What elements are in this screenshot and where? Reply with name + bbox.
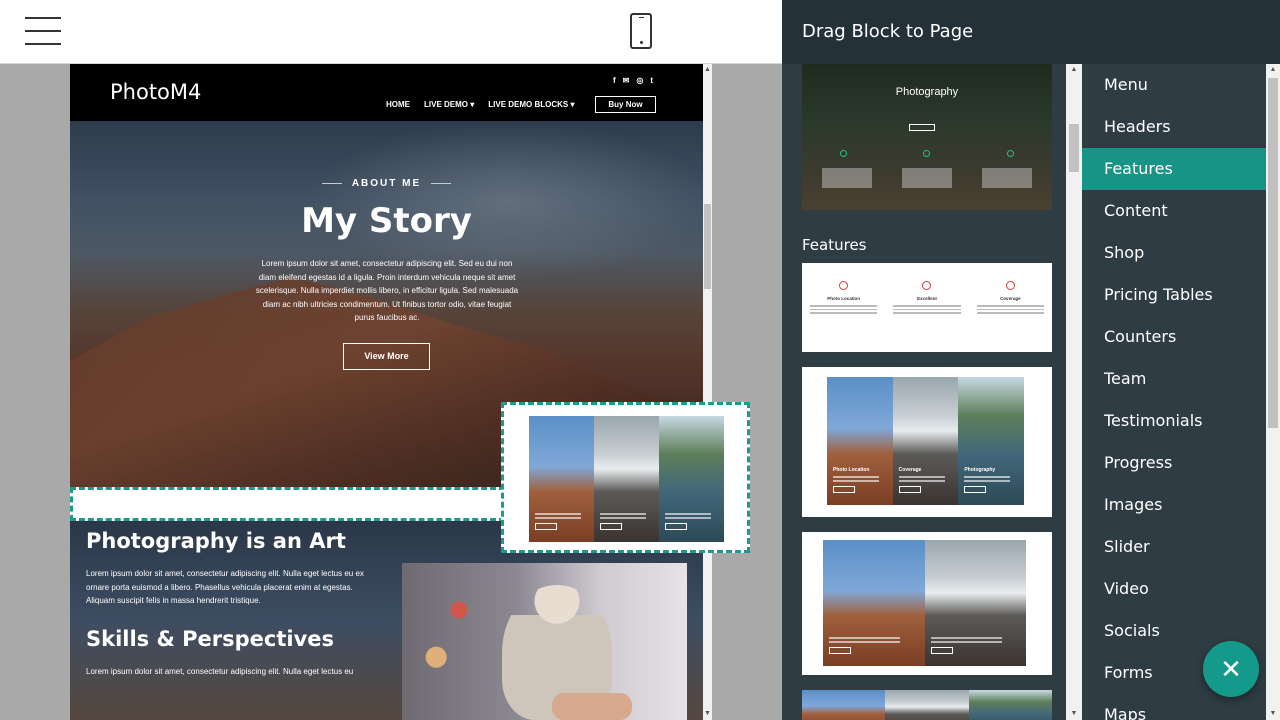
section-text-art: Lorem ipsum dolor sit amet, consectetur … — [86, 569, 364, 605]
category-label-features: Features — [802, 236, 867, 254]
block-list-scrollbar[interactable]: ▲ ▼ — [1066, 64, 1082, 720]
block-thumbnail-header-photography[interactable]: Photography — [802, 64, 1052, 210]
photographer-image — [402, 563, 687, 720]
category-nav: Menu Headers Features Content Shop Prici… — [1082, 64, 1266, 720]
category-testimonials[interactable]: Testimonials — [1082, 400, 1266, 442]
category-features[interactable]: Features — [1082, 148, 1266, 190]
dragged-block-preview[interactable] — [501, 402, 750, 553]
editor-topbar — [0, 0, 782, 64]
preview-scrollbar[interactable]: ▲ ▼ — [703, 64, 712, 720]
section-heading-art: Photography is an Art — [86, 529, 346, 553]
block-thumbnail-features-4[interactable] — [802, 690, 1052, 720]
mobile-view-icon[interactable] — [630, 13, 652, 49]
page-preview[interactable]: PhotoM4 f ✉ ◎ t HOME LIVE DEMO ▾ LIVE DE… — [70, 64, 703, 720]
nav-live-demo-blocks[interactable]: LIVE DEMO BLOCKS ▾ — [488, 100, 574, 109]
category-maps[interactable]: Maps — [1082, 694, 1266, 720]
panel-header: Drag Block to Page — [782, 0, 1280, 64]
block-thumb-title: Photography — [895, 86, 959, 98]
close-panel-button[interactable]: ✕ — [1203, 641, 1259, 697]
category-content[interactable]: Content — [1082, 190, 1266, 232]
site-nav-links: HOME LIVE DEMO ▾ LIVE DEMO BLOCKS ▾ — [386, 100, 575, 109]
block-thumbnail-features-3[interactable] — [802, 532, 1052, 675]
category-slider[interactable]: Slider — [1082, 526, 1266, 568]
buy-now-button[interactable]: Buy Now — [595, 96, 656, 113]
block-drop-zone[interactable] — [70, 487, 505, 521]
instagram-icon[interactable]: ◎ — [636, 76, 643, 85]
category-headers[interactable]: Headers — [1082, 106, 1266, 148]
hamburger-menu-icon[interactable] — [25, 17, 61, 45]
panel-title: Drag Block to Page — [802, 21, 974, 42]
category-progress[interactable]: Progress — [1082, 442, 1266, 484]
section-text-skills: Lorem ipsum dolor sit amet, consectetur … — [86, 667, 354, 676]
hero-eyebrow: ABOUT ME — [70, 178, 703, 189]
category-pricing-tables[interactable]: Pricing Tables — [1082, 274, 1266, 316]
category-video[interactable]: Video — [1082, 568, 1266, 610]
facebook-icon[interactable]: f — [613, 76, 616, 85]
close-icon: ✕ — [1220, 654, 1242, 684]
social-icons: f ✉ ◎ t — [613, 76, 653, 85]
category-images[interactable]: Images — [1082, 484, 1266, 526]
category-team[interactable]: Team — [1082, 358, 1266, 400]
category-shop[interactable]: Shop — [1082, 232, 1266, 274]
block-thumbnail-features-1[interactable]: Photo Location Excellent Coverage — [802, 263, 1052, 352]
block-thumbnail-list: Photography Features Photo Location Exce… — [782, 64, 1066, 720]
mail-icon[interactable]: ✉ — [623, 76, 630, 85]
section-heading-skills: Skills & Perspectives — [86, 627, 335, 651]
hero-text: Lorem ipsum dolor sit amet, consectetur … — [255, 259, 519, 322]
category-counters[interactable]: Counters — [1082, 316, 1266, 358]
twitter-icon[interactable]: t — [650, 76, 653, 85]
hero-title: My Story — [301, 201, 472, 241]
nav-home[interactable]: HOME — [386, 100, 410, 109]
site-brand[interactable]: PhotoM4 — [110, 80, 201, 104]
block-thumbnail-features-2[interactable]: Photo Location Coverage Photography — [802, 367, 1052, 517]
category-scrollbar[interactable]: ▲ ▼ — [1266, 64, 1280, 720]
site-navbar: PhotoM4 f ✉ ◎ t HOME LIVE DEMO ▾ LIVE DE… — [70, 64, 703, 121]
view-more-button[interactable]: View More — [343, 343, 430, 370]
category-menu[interactable]: Menu — [1082, 64, 1266, 106]
nav-live-demo[interactable]: LIVE DEMO ▾ — [424, 100, 474, 109]
